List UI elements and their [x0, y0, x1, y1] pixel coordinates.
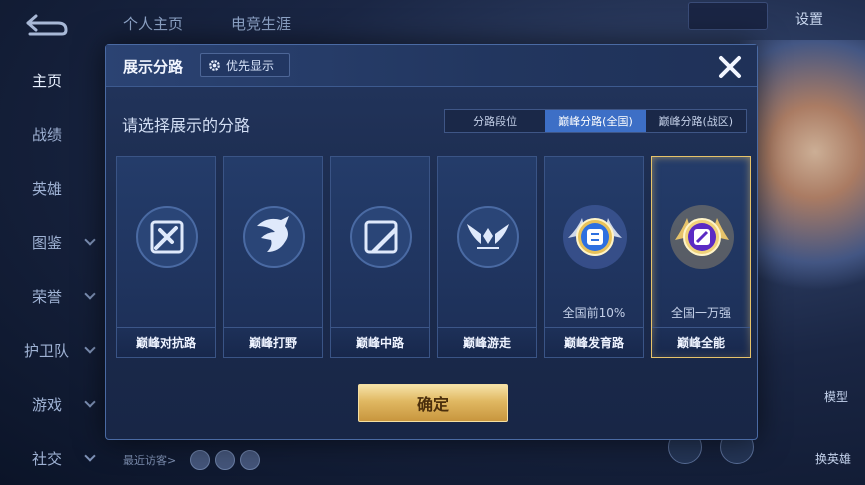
- all-round-badge-icon: [670, 205, 734, 269]
- roam-wings-icon: [457, 206, 519, 268]
- mid-lane-icon: [350, 206, 412, 268]
- model-label[interactable]: 模型: [824, 388, 848, 405]
- confirm-button[interactable]: 确定: [358, 384, 508, 422]
- sidebar-item-label: 战绩: [32, 125, 63, 144]
- jungle-dragon-icon: [243, 206, 305, 268]
- card-label: 巅峰打野: [224, 327, 322, 357]
- profile-badge[interactable]: [688, 2, 768, 30]
- dialog-title: 展示分路: [123, 58, 184, 76]
- recent-visitors-label[interactable]: 最近访客>: [123, 452, 176, 468]
- dialog-subtitle: 请选择展示的分路: [122, 116, 251, 135]
- dialog-header: 展示分路 优先显示: [106, 45, 757, 87]
- lane-card-all-round[interactable]: 全国一万强 巅峰全能: [651, 156, 751, 358]
- priority-display-button[interactable]: 优先显示: [200, 53, 290, 77]
- close-icon[interactable]: [716, 53, 744, 81]
- sidebar-item-home[interactable]: 主页: [0, 65, 105, 95]
- card-label: 巅峰对抗路: [117, 327, 215, 357]
- lane-card-roam[interactable]: 巅峰游走: [437, 156, 537, 358]
- sidebar-item-codex[interactable]: 图鉴: [0, 227, 105, 257]
- farm-lane-badge-icon: [563, 205, 627, 269]
- change-hero-label[interactable]: 换英雄: [815, 450, 851, 467]
- clash-lane-icon: [136, 206, 198, 268]
- settings-button[interactable]: 设置: [795, 9, 823, 29]
- visitor-avatar[interactable]: [190, 450, 210, 470]
- card-label: 巅峰中路: [331, 327, 429, 357]
- sidebar-item-honors[interactable]: 荣誉: [0, 281, 105, 311]
- sidebar-item-games[interactable]: 游戏: [0, 389, 105, 419]
- chevron-down-icon: [84, 396, 96, 408]
- lane-card-farm[interactable]: 全国前10% 巅峰发育路: [544, 156, 644, 358]
- sidebar-item-label: 社交: [32, 449, 63, 468]
- chevron-down-icon: [84, 234, 96, 246]
- hero-portrait: [740, 40, 865, 320]
- visitor-avatar[interactable]: [240, 450, 260, 470]
- tab-esports-career[interactable]: 电竞生涯: [231, 13, 291, 34]
- tab-lane-rank[interactable]: 分路段位: [445, 110, 545, 132]
- sidebar-item-label: 图鉴: [32, 233, 63, 252]
- chevron-down-icon: [84, 288, 96, 300]
- card-label: 巅峰发育路: [545, 327, 643, 357]
- card-rank-text: 全国前10%: [562, 306, 626, 320]
- card-label: 巅峰全能: [652, 327, 750, 357]
- lane-category-tabs: 分路段位 巅峰分路(全国) 巅峰分路(战区): [444, 109, 747, 133]
- chevron-down-icon: [84, 342, 96, 354]
- sidebar-item-record[interactable]: 战绩: [0, 119, 105, 149]
- lane-card-jungle[interactable]: 巅峰打野: [223, 156, 323, 358]
- card-label: 巅峰游走: [438, 327, 536, 357]
- gear-icon: [209, 59, 220, 71]
- tab-peak-region[interactable]: 巅峰分路(战区): [646, 110, 746, 132]
- tab-personal-home[interactable]: 个人主页: [123, 13, 183, 34]
- sidebar-item-label: 游戏: [32, 395, 63, 414]
- sidebar-item-heroes[interactable]: 英雄: [0, 173, 105, 203]
- sidebar-item-label: 荣誉: [32, 287, 63, 306]
- sidebar-item-guard[interactable]: 护卫队: [0, 335, 105, 365]
- tab-peak-national[interactable]: 巅峰分路(全国): [545, 110, 646, 132]
- sidebar-item-label: 护卫队: [24, 341, 70, 360]
- back-arrow-icon[interactable]: [22, 12, 72, 38]
- lane-card-mid[interactable]: 巅峰中路: [330, 156, 430, 358]
- sidebar-item-social[interactable]: 社交: [0, 443, 105, 473]
- lane-display-dialog: 展示分路 优先显示 请选择展示的分路 分路段位 巅峰分路(全国) 巅峰分路(战区…: [105, 44, 758, 440]
- sidebar-item-label: 英雄: [32, 179, 63, 198]
- priority-display-label: 优先显示: [226, 58, 275, 73]
- sidebar-item-label: 主页: [32, 71, 63, 90]
- chevron-down-icon: [84, 450, 96, 462]
- lane-card-clash[interactable]: 巅峰对抗路: [116, 156, 216, 358]
- card-rank-text: 全国一万强: [670, 306, 731, 320]
- visitor-avatar[interactable]: [215, 450, 235, 470]
